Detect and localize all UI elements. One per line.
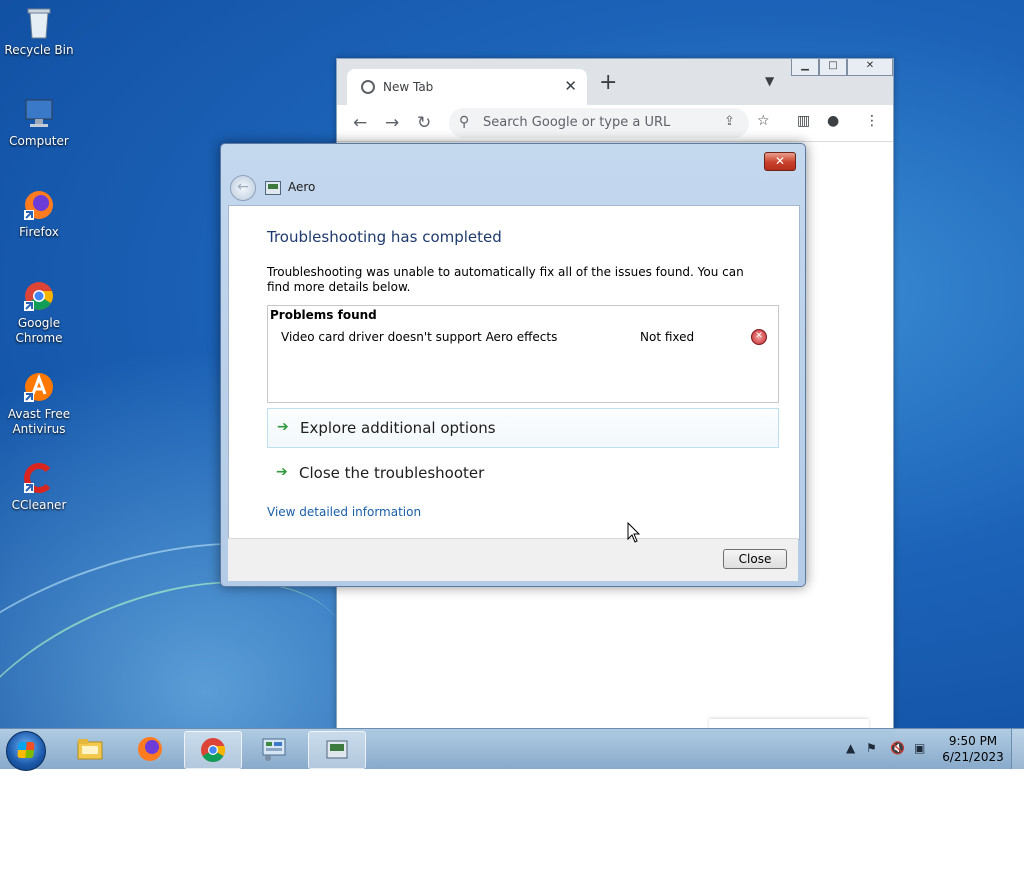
description-text: Troubleshooting was unable to automatica…: [267, 265, 744, 294]
menu-kebab-icon[interactable]: ⋮: [865, 113, 879, 129]
side-panel-icon[interactable]: ▥: [797, 113, 810, 129]
folder-icon: [77, 739, 103, 760]
maximize-button[interactable]: □: [819, 59, 847, 76]
desktop-icon-label: Firefox: [19, 225, 59, 239]
green-arrow-icon: ➔: [277, 419, 289, 435]
desktop-icon-ccleaner[interactable]: CCleaner: [4, 461, 74, 513]
problems-header: Problems found: [270, 308, 377, 322]
desktop-icon-label: Google Chrome: [15, 316, 63, 345]
chrome-tab-strip: New Tab ✕ + ▼ ▁ □ ✕: [337, 59, 893, 105]
chrome-toolbar: ← → ↻ ⚲ ⇪ ☆ ▥ ● ⋮: [337, 105, 893, 142]
reload-icon[interactable]: ↻: [417, 113, 431, 133]
desktop-icon-label: Computer: [9, 134, 69, 148]
aero-app-icon: [265, 181, 281, 195]
desktop-icon-avast[interactable]: Avast Free Antivirus: [4, 370, 74, 437]
back-arrow-icon[interactable]: ←: [353, 113, 367, 133]
dialog-footer: Close: [228, 538, 798, 581]
omnibox-input[interactable]: [481, 114, 715, 131]
error-icon: ✕: [751, 329, 767, 345]
avast-icon: [22, 370, 56, 404]
desktop-icon-firefox[interactable]: Firefox: [4, 188, 74, 240]
bookmark-star-icon[interactable]: ☆: [757, 113, 770, 129]
troubleshooter-dialog: ✕ ← Aero Troubleshooting has completed T…: [220, 143, 806, 587]
close-tab-icon[interactable]: ✕: [564, 77, 577, 95]
taskbar-firefox[interactable]: [122, 731, 178, 767]
desktop-icon-computer[interactable]: Computer: [4, 97, 74, 149]
dialog-close-icon[interactable]: ✕: [764, 152, 796, 171]
chrome-icon: [201, 738, 226, 763]
desktop-icon-label: CCleaner: [11, 498, 67, 512]
desktop-icon-label: Recycle Bin: [4, 43, 74, 57]
problems-found-box: Problems found Video card driver doesn't…: [267, 305, 779, 403]
problem-name: Video card driver doesn't support Aero e…: [281, 330, 558, 344]
close-window-button[interactable]: ✕: [847, 59, 893, 76]
window-controls: ▁ □ ✕: [791, 59, 893, 77]
taskbar-aero-troubleshooter[interactable]: [308, 731, 366, 769]
option-label: Explore additional options: [300, 419, 496, 437]
recycle-bin-icon: [22, 6, 56, 40]
action-center-flag-icon[interactable]: ⚑: [866, 741, 877, 755]
firefox-icon: [22, 188, 56, 222]
clock-time: 9:50 PM: [948, 734, 998, 748]
network-icon[interactable]: ▣: [914, 741, 925, 755]
chrome-tab-title: New Tab: [383, 80, 434, 94]
firefox-icon: [138, 737, 162, 761]
chrome-tab-new-tab[interactable]: New Tab ✕: [347, 69, 587, 105]
green-arrow-icon: ➔: [276, 464, 288, 480]
clock-date: 6/21/2023: [942, 750, 1004, 764]
close-troubleshooter-button[interactable]: ➔ Close the troubleshooter: [267, 454, 777, 492]
start-button[interactable]: [6, 731, 46, 771]
show-desktop-button[interactable]: [1011, 729, 1024, 769]
control-panel-icon: [262, 738, 286, 761]
ccleaner-icon: [22, 461, 56, 495]
chrome-icon: [22, 279, 56, 313]
volume-muted-icon[interactable]: 🔇: [890, 741, 905, 755]
taskbar-control-panel[interactable]: [246, 731, 302, 767]
chrome-tab-favicon-icon: [361, 80, 375, 94]
dialog-content: Troubleshooting has completed Troublesho…: [228, 205, 800, 540]
aero-app-icon: [326, 740, 348, 759]
desktop-icon-recycle-bin[interactable]: Recycle Bin: [4, 6, 74, 58]
desktop-icon-chrome[interactable]: Google Chrome: [4, 279, 74, 346]
show-hidden-icons-chevron-up-icon[interactable]: ▲: [846, 741, 855, 755]
system-clock[interactable]: 9:50 PM 6/21/2023: [940, 733, 1006, 765]
taskbar-explorer[interactable]: [62, 731, 118, 767]
desktop-icon-label: Avast Free Antivirus: [7, 407, 71, 436]
problem-status: Not fixed: [640, 330, 695, 344]
search-icon: ⚲: [459, 114, 470, 130]
profile-avatar-icon[interactable]: ●: [827, 113, 839, 129]
taskbar: ▲ ⚑ 🔇 ▣ 9:50 PM 6/21/2023: [0, 728, 1024, 771]
new-tab-button[interactable]: +: [599, 70, 617, 95]
explore-options-button[interactable]: ➔ Explore additional options: [267, 408, 779, 448]
minimize-button[interactable]: ▁: [791, 59, 819, 76]
omnibox[interactable]: ⚲ ⇪: [449, 108, 749, 138]
option-label: Close the troubleshooter: [299, 464, 485, 482]
forward-arrow-icon[interactable]: →: [385, 113, 399, 133]
page-title: Troubleshooting has completed: [267, 228, 502, 246]
taskbar-chrome[interactable]: [184, 731, 242, 769]
close-button[interactable]: Close: [723, 549, 787, 569]
dialog-title: Aero: [288, 180, 316, 194]
share-icon[interactable]: ⇪: [724, 114, 735, 129]
view-detailed-information-link[interactable]: View detailed information: [267, 505, 421, 519]
computer-icon: [22, 97, 56, 131]
tab-search-chevron-down-icon[interactable]: ▼: [765, 74, 774, 88]
back-arrow-icon[interactable]: ←: [230, 175, 256, 201]
